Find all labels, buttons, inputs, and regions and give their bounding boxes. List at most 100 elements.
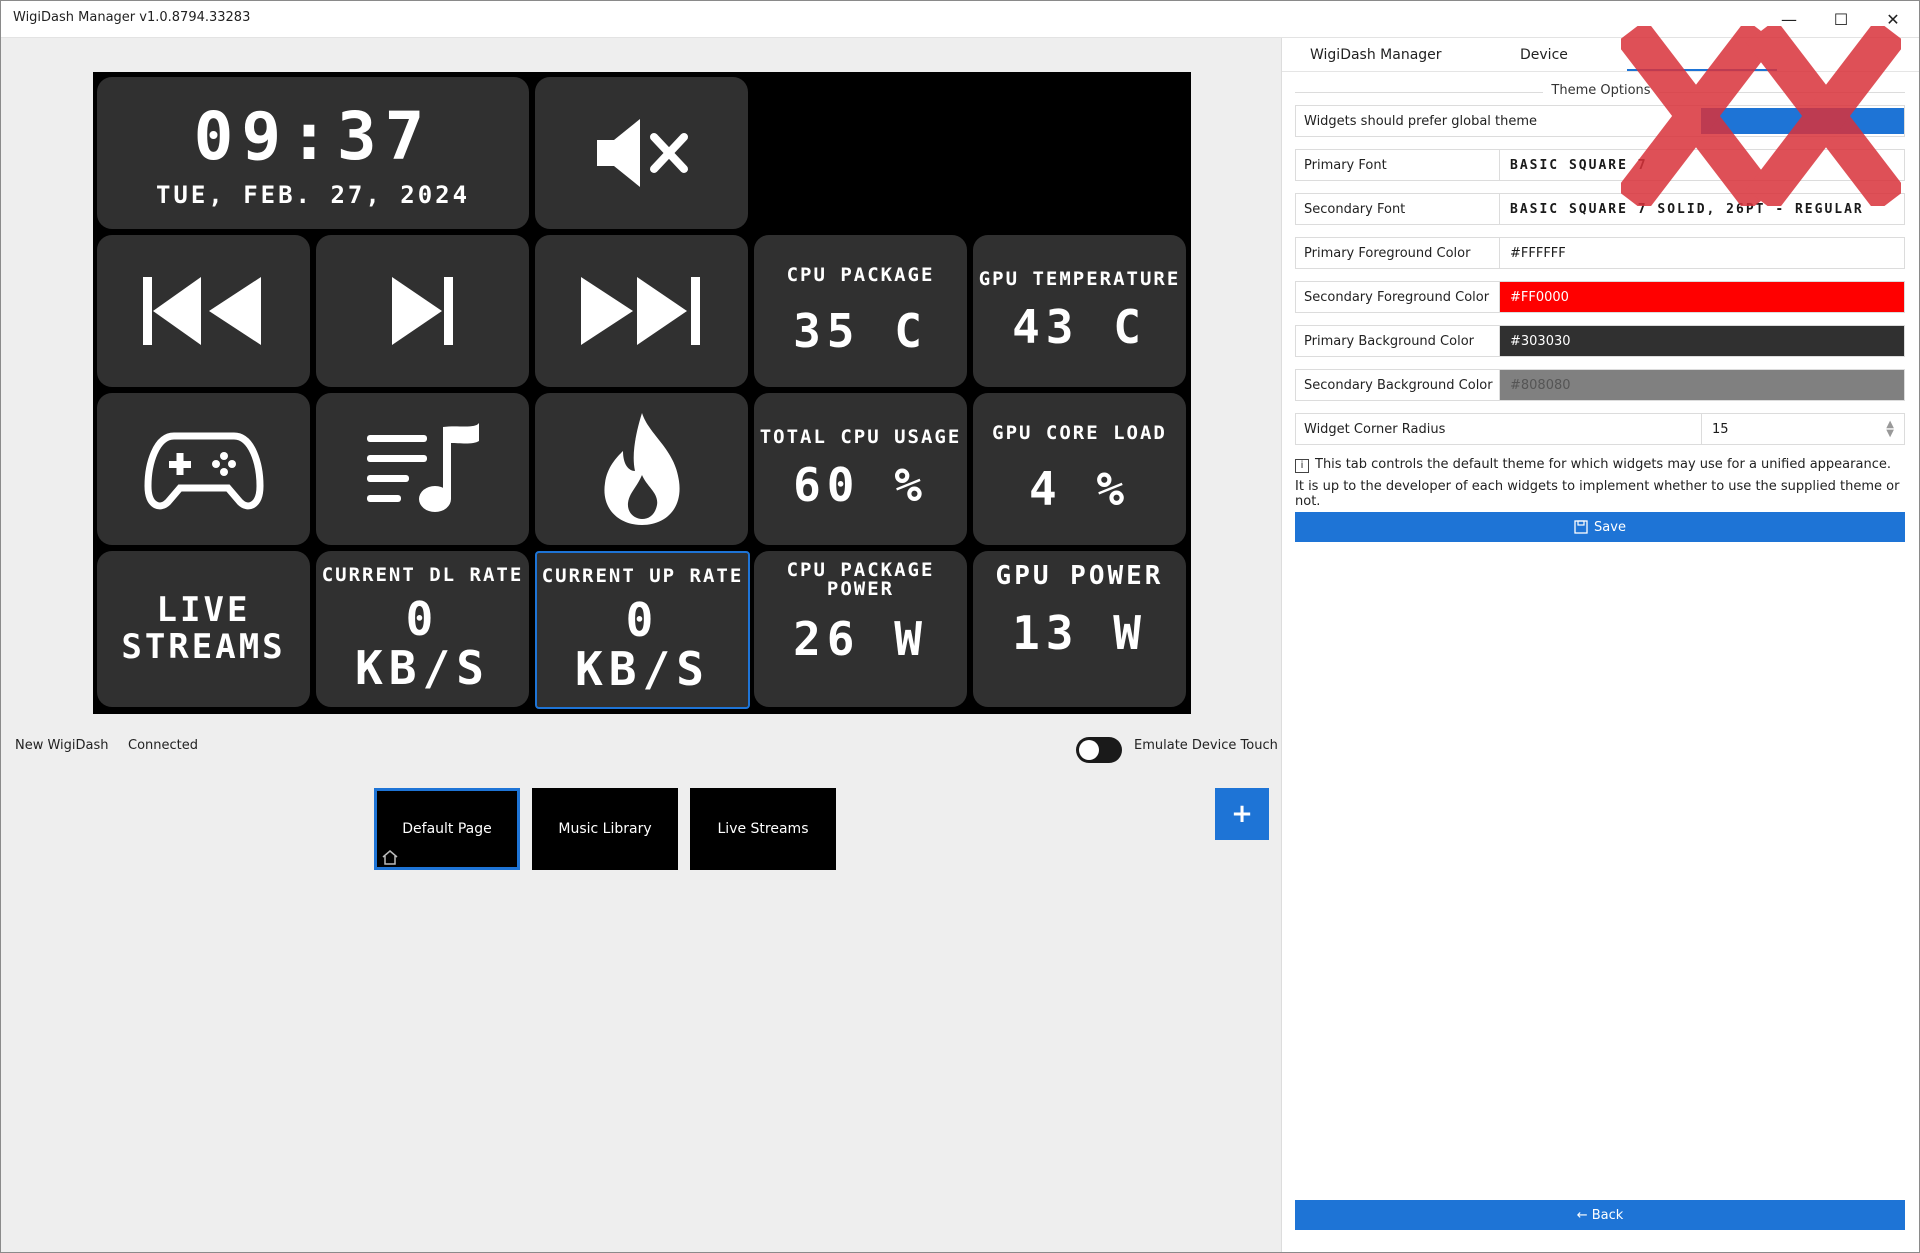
prefer-global-label: Widgets should prefer global theme bbox=[1304, 114, 1538, 129]
save-label: Save bbox=[1594, 519, 1626, 535]
maximize-button[interactable]: ☐ bbox=[1815, 1, 1867, 37]
cpu-package-value: 35 C bbox=[793, 304, 928, 359]
secondary-fg-label: Secondary Foreground Color bbox=[1304, 290, 1490, 305]
up-rate-label: CURRENT UP RATE bbox=[541, 565, 744, 588]
primary-foreground-row: Primary Foreground Color #FFFFFF bbox=[1295, 237, 1905, 269]
info-text-2: It is up to the developer of each widget… bbox=[1295, 479, 1900, 509]
gpu-temperature-value: 43 C bbox=[1012, 300, 1147, 355]
tab-device[interactable]: Device bbox=[1520, 47, 1568, 63]
info-icon: i bbox=[1295, 459, 1309, 473]
window-title: WigiDash Manager v1.0.8794.33283 bbox=[13, 10, 251, 25]
skip-next-icon bbox=[391, 277, 453, 345]
mute-widget[interactable] bbox=[535, 77, 748, 229]
theme-options-title-text: Theme Options bbox=[1543, 83, 1659, 98]
next-track-widget[interactable] bbox=[316, 235, 529, 387]
secondary-fg-value[interactable]: #FF0000 bbox=[1499, 282, 1904, 312]
cpu-power-label: CPU PACKAGE POWER bbox=[786, 559, 935, 600]
up-rate-unit: KB/S bbox=[575, 641, 710, 696]
back-button[interactable]: ← Back bbox=[1295, 1200, 1905, 1230]
live-streams-widget[interactable]: LIVE STREAMS bbox=[97, 551, 310, 707]
gpu-temperature-widget[interactable]: GPU TEMPERATURE 43 C bbox=[973, 235, 1186, 387]
speaker-mute-icon bbox=[596, 119, 688, 187]
emulate-touch-label: Emulate Device Touch bbox=[1134, 738, 1278, 753]
gpu-core-label: GPU CORE LOAD bbox=[992, 422, 1167, 445]
close-button[interactable]: ✕ bbox=[1867, 1, 1919, 37]
upload-rate-widget[interactable]: CURRENT UP RATE 0 KB/S bbox=[535, 551, 750, 709]
primary-fg-label: Primary Foreground Color bbox=[1304, 246, 1471, 261]
primary-font-value[interactable]: BASIC SQUARE 7 bbox=[1499, 150, 1904, 180]
primary-font-row: Primary Font BASIC SQUARE 7 bbox=[1295, 149, 1905, 181]
save-button[interactable]: Save bbox=[1295, 512, 1905, 542]
gamepad-icon bbox=[143, 432, 264, 510]
primary-font-label: Primary Font bbox=[1304, 158, 1387, 173]
device-screen: 09:37 TUE, FEB. 27, 2024 CPU PACKAGE 35 … bbox=[93, 72, 1191, 714]
download-rate-widget[interactable]: CURRENT DL RATE 0 KB/S bbox=[316, 551, 529, 707]
flame-icon bbox=[603, 413, 680, 525]
clock-widget[interactable]: 09:37 TUE, FEB. 27, 2024 bbox=[97, 77, 529, 229]
tab-global-theme[interactable] bbox=[1667, 47, 1767, 65]
cpu-package-power-widget[interactable]: CPU PACKAGE POWER 26 W bbox=[754, 551, 967, 707]
title-bar: WigiDash Manager v1.0.8794.33283 — ☐ ✕ bbox=[1, 1, 1919, 38]
page-tile-music-library[interactable]: Music Library bbox=[532, 788, 678, 870]
gpu-core-value: 4 % bbox=[1028, 462, 1131, 517]
page-tile-default[interactable]: Default Page bbox=[374, 788, 520, 870]
total-cpu-value: 60 % bbox=[793, 458, 928, 513]
gaming-widget[interactable] bbox=[97, 393, 310, 545]
tab-wigidash-manager[interactable]: WigiDash Manager bbox=[1310, 47, 1442, 63]
prefer-global-theme-row: Widgets should prefer global theme bbox=[1295, 105, 1905, 137]
primary-bg-value[interactable]: #303030 bbox=[1499, 326, 1904, 356]
clock-time: 09:37 bbox=[193, 97, 433, 175]
toggle-knob bbox=[1079, 740, 1099, 760]
page-tile-label: Default Page bbox=[402, 821, 492, 837]
secondary-bg-label: Secondary Background Color bbox=[1304, 378, 1493, 393]
gpu-core-load-widget[interactable]: GPU CORE LOAD 4 % bbox=[973, 393, 1186, 545]
secondary-font-row: Secondary Font BASIC SQUARE 7 SOLID, 26P… bbox=[1295, 193, 1905, 225]
total-cpu-usage-widget[interactable]: TOTAL CPU USAGE 60 % bbox=[754, 393, 967, 545]
theme-options-title: Theme Options bbox=[1282, 83, 1919, 98]
skip-back-icon bbox=[142, 277, 261, 345]
page-tile-label: Music Library bbox=[558, 821, 652, 837]
spinner-arrows-icon[interactable]: ▲ ▼ bbox=[1886, 420, 1894, 439]
active-tab-indicator bbox=[1627, 69, 1777, 71]
live-streams-label: LIVE STREAMS bbox=[121, 589, 286, 667]
gpu-power-widget[interactable]: GPU POWER 13 W bbox=[973, 551, 1186, 707]
device-name: New WigiDash bbox=[15, 738, 109, 753]
music-list-icon bbox=[366, 423, 479, 512]
page-tile-live-streams[interactable]: Live Streams bbox=[690, 788, 836, 870]
fast-forward-icon bbox=[580, 277, 700, 345]
fast-forward-widget[interactable] bbox=[535, 235, 748, 387]
fire-widget[interactable] bbox=[535, 393, 748, 545]
info-text-1: This tab controls the default theme for … bbox=[1315, 457, 1891, 472]
add-page-button[interactable]: + bbox=[1215, 788, 1269, 840]
total-cpu-label: TOTAL CPU USAGE bbox=[759, 426, 962, 449]
primary-background-row: Primary Background Color #303030 bbox=[1295, 325, 1905, 357]
dl-rate-unit: KB/S bbox=[355, 640, 490, 695]
primary-fg-value[interactable]: #FFFFFF bbox=[1499, 238, 1904, 268]
clock-date: TUE, FEB. 27, 2024 bbox=[155, 180, 471, 209]
device-preview-pane: 09:37 TUE, FEB. 27, 2024 CPU PACKAGE 35 … bbox=[1, 38, 1281, 1252]
secondary-bg-value[interactable]: #808080 bbox=[1499, 370, 1904, 400]
music-library-widget[interactable] bbox=[316, 393, 529, 545]
secondary-font-value[interactable]: BASIC SQUARE 7 SOLID, 26PT - REGULAR bbox=[1499, 194, 1904, 224]
info-line-1: i This tab controls the default theme for… bbox=[1295, 457, 1891, 473]
save-icon bbox=[1574, 520, 1588, 534]
gpu-temperature-label: GPU TEMPERATURE bbox=[978, 268, 1181, 291]
emulate-touch-toggle[interactable] bbox=[1076, 737, 1122, 763]
tab-bar: WigiDash Manager Device bbox=[1282, 38, 1919, 72]
settings-pane: WigiDash Manager Device Theme Options Wi… bbox=[1281, 38, 1919, 1252]
cpu-package-temp-widget[interactable]: CPU PACKAGE 35 C bbox=[754, 235, 967, 387]
corner-radius-label: Widget Corner Radius bbox=[1304, 422, 1446, 437]
gpu-power-value: 13 W bbox=[1012, 606, 1147, 660]
cpu-power-value: 26 W bbox=[793, 612, 928, 666]
prefer-global-toggle-button[interactable] bbox=[1701, 108, 1904, 134]
corner-radius-input[interactable]: 15 bbox=[1701, 414, 1904, 444]
secondary-foreground-row: Secondary Foreground Color #FF0000 bbox=[1295, 281, 1905, 313]
up-rate-value: 0 bbox=[625, 593, 660, 648]
connection-status: Connected bbox=[128, 738, 199, 753]
dl-rate-value: 0 bbox=[405, 592, 440, 647]
previous-track-widget[interactable] bbox=[97, 235, 310, 387]
primary-bg-label: Primary Background Color bbox=[1304, 334, 1474, 349]
cpu-package-label: CPU PACKAGE bbox=[786, 264, 935, 287]
minimize-button[interactable]: — bbox=[1763, 1, 1815, 37]
page-tile-label: Live Streams bbox=[717, 821, 809, 837]
